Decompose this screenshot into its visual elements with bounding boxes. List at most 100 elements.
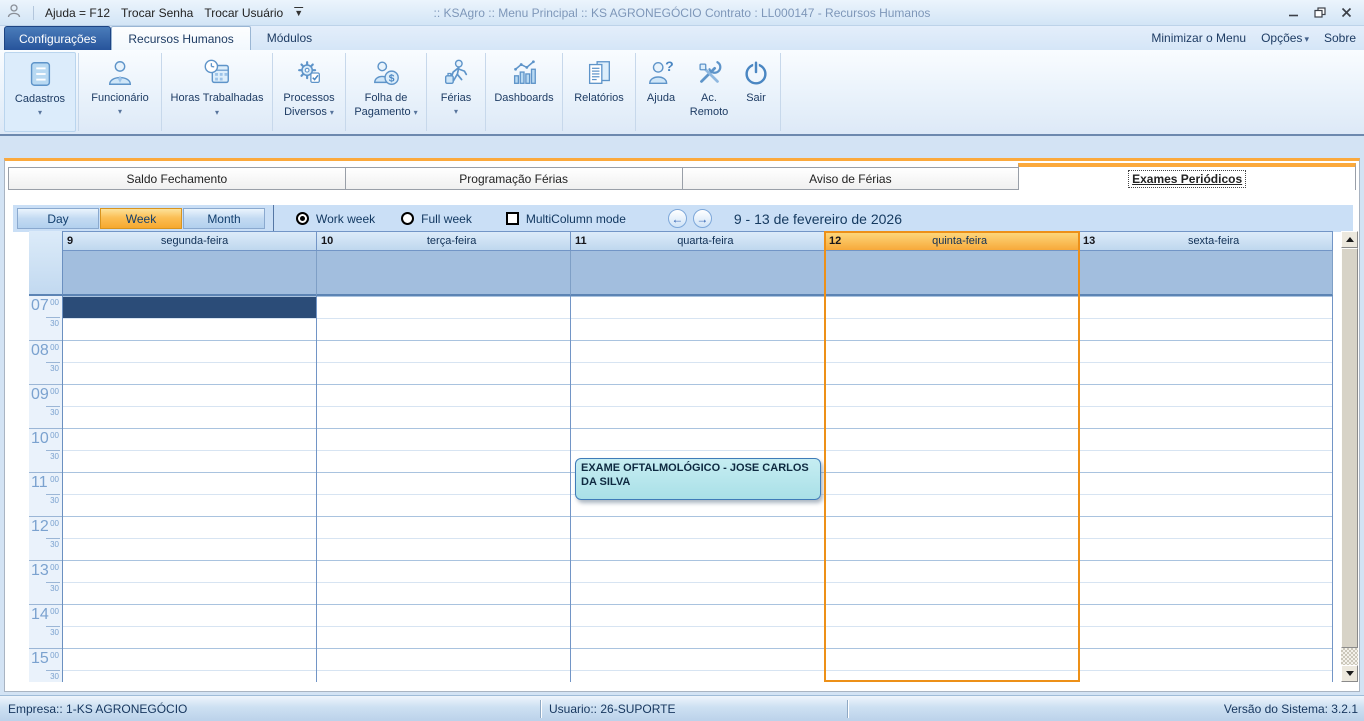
hour-label: 140030	[29, 604, 62, 648]
ribbon-separator	[426, 53, 427, 131]
hour-label: 130030	[29, 560, 62, 604]
vertical-scrollbar[interactable]	[1341, 231, 1358, 682]
subtab-strip: Saldo Fechamento Programação Férias Avis…	[8, 163, 1356, 190]
next-week-button[interactable]: →	[693, 209, 712, 228]
day-view-button[interactable]: Day	[17, 208, 99, 229]
dropdown-arrow-icon: ▾	[454, 107, 458, 117]
multicolumn-checkbox[interactable]	[506, 212, 519, 225]
month-view-button[interactable]: Month	[183, 208, 265, 229]
funcionario-button[interactable]: Funcionário ▾	[81, 50, 159, 134]
ribbon-right-links: Minimizar o Menu Opções▾ Sobre	[1151, 26, 1364, 50]
day-header-terca[interactable]: 10terça-feira	[317, 231, 571, 251]
scheduler-corner-cell	[29, 231, 63, 296]
day-column-terca[interactable]	[317, 296, 571, 682]
options-link[interactable]: Opções▾	[1261, 31, 1309, 45]
options-caret-icon: ▾	[1304, 34, 1309, 44]
person-icon	[105, 55, 135, 91]
acesso-remoto-button[interactable]: Ac. Remoto	[684, 50, 734, 134]
week-view-button[interactable]: Week	[100, 208, 182, 229]
processos-diversos-button[interactable]: Processos Diversos ▾	[275, 50, 343, 134]
work-week-radio[interactable]	[296, 212, 309, 225]
prev-week-button[interactable]: ←	[668, 209, 687, 228]
allday-cell[interactable]	[63, 251, 317, 296]
selected-time-cell[interactable]	[63, 297, 316, 318]
day-header-sexta[interactable]: 13sexta-feira	[1079, 231, 1333, 251]
report-icon	[584, 55, 614, 91]
svg-text:$: $	[389, 73, 395, 84]
tab-saldo-fechamento[interactable]: Saldo Fechamento	[8, 167, 346, 190]
toolbar-separator	[273, 205, 274, 232]
dropdown-arrow-icon: ▾	[414, 108, 418, 117]
tab-exames-periodicos[interactable]: Exames Periódicos	[1018, 163, 1356, 190]
tools-icon	[694, 55, 724, 91]
arrow-up-icon	[1346, 237, 1354, 242]
hour-label: 120030	[29, 516, 62, 560]
dropdown-arrow-icon: ▾	[118, 107, 122, 117]
day-column-quinta[interactable]	[825, 296, 1079, 682]
about-link[interactable]: Sobre	[1324, 31, 1356, 45]
tab-programacao-ferias[interactable]: Programação Férias	[345, 167, 683, 190]
hour-label: 070030	[29, 296, 62, 340]
ribbon-separator	[780, 53, 781, 131]
exam-appointment[interactable]: EXAME OFTALMOLÓGICO - JOSE CARLOS DA SIL…	[575, 458, 821, 500]
dropdown-arrow-icon: ▾	[38, 108, 42, 118]
sair-button[interactable]: Sair	[734, 50, 778, 134]
day-column-sexta[interactable]	[1079, 296, 1333, 682]
ferias-button[interactable]: Férias ▾	[429, 50, 483, 134]
day-header-quarta[interactable]: 11quarta-feira	[571, 231, 825, 251]
cadastros-button[interactable]: Cadastros ▾	[4, 52, 76, 132]
allday-cell[interactable]	[317, 251, 571, 296]
bar-chart-icon	[509, 55, 539, 91]
day-column-segunda[interactable]	[63, 296, 317, 682]
dashboards-button[interactable]: Dashboards	[488, 50, 560, 134]
date-range-label: 9 - 13 de fevereiro de 2026	[734, 211, 902, 227]
menu-item-trocar-senha[interactable]: Trocar Senha	[121, 6, 193, 20]
day-header-segunda[interactable]: 9segunda-feira	[63, 231, 317, 251]
minimize-button[interactable]	[1288, 7, 1299, 18]
allday-cell[interactable]	[1079, 251, 1333, 296]
quick-access-toolbar: Ajuda = F12 Trocar Senha Trocar Usuário …	[0, 3, 303, 22]
hour-label: 150030	[29, 648, 62, 682]
tab-modulos[interactable]: Módulos	[251, 26, 328, 50]
scrollbar-thumb[interactable]	[1341, 248, 1358, 648]
ajuda-button[interactable]: ? Ajuda	[638, 50, 684, 134]
tab-configuracoes[interactable]: Configurações	[4, 26, 111, 50]
allday-row	[63, 251, 1333, 296]
menu-item-ajuda-f12[interactable]: Ajuda = F12	[45, 6, 110, 20]
status-user: Usuario:: 26-SUPORTE	[541, 702, 847, 716]
app-person-icon	[6, 3, 22, 22]
vacation-icon	[441, 55, 471, 91]
day-header-row: 9segunda-feira 10terça-feira 11quarta-fe…	[63, 231, 1333, 251]
hour-label: 080030	[29, 340, 62, 384]
time-gutter: 070030 080030 090030 100030 110030 12003…	[29, 296, 63, 682]
scroll-down-button[interactable]	[1341, 665, 1358, 682]
time-grid[interactable]: EXAME OFTALMOLÓGICO - JOSE CARLOS DA SIL…	[63, 296, 1333, 682]
window-controls	[1288, 7, 1364, 18]
ribbon-separator	[161, 53, 162, 131]
minimize-menu-link[interactable]: Minimizar o Menu	[1151, 31, 1246, 45]
hour-label: 090030	[29, 384, 62, 428]
status-company: Empresa:: 1-KS AGRONEGÓCIO	[0, 702, 540, 716]
scroll-up-button[interactable]	[1341, 231, 1358, 248]
allday-cell[interactable]	[825, 251, 1079, 296]
folha-pagamento-button[interactable]: $ Folha de Pagamento ▾	[348, 50, 424, 134]
ribbon-separator	[345, 53, 346, 131]
list-icon	[25, 56, 55, 92]
day-header-quinta-today[interactable]: 12quinta-feira	[825, 231, 1079, 251]
ribbon-separator	[272, 53, 273, 131]
quick-access-caret-icon[interactable]: ▼	[294, 8, 303, 18]
horas-trabalhadas-button[interactable]: Horas Trabalhadas ▾	[164, 50, 270, 134]
scrollbar-track[interactable]	[1341, 648, 1358, 665]
payroll-icon: $	[371, 55, 401, 91]
tab-aviso-de-ferias[interactable]: Aviso de Férias	[682, 167, 1020, 190]
menu-item-trocar-usuario[interactable]: Trocar Usuário	[204, 6, 283, 20]
close-button[interactable]	[1341, 7, 1352, 18]
scheduler-toolbar: Day Week Month Work week Full week Multi…	[13, 205, 1353, 232]
main-panel: Saldo Fechamento Programação Férias Avis…	[4, 158, 1360, 692]
restore-button[interactable]	[1314, 7, 1326, 18]
relatorios-button[interactable]: Relatórios	[565, 50, 633, 134]
ribbon-separator	[562, 53, 563, 131]
tab-recursos-humanos[interactable]: Recursos Humanos	[111, 26, 250, 50]
full-week-radio[interactable]	[401, 212, 414, 225]
allday-cell[interactable]	[571, 251, 825, 296]
